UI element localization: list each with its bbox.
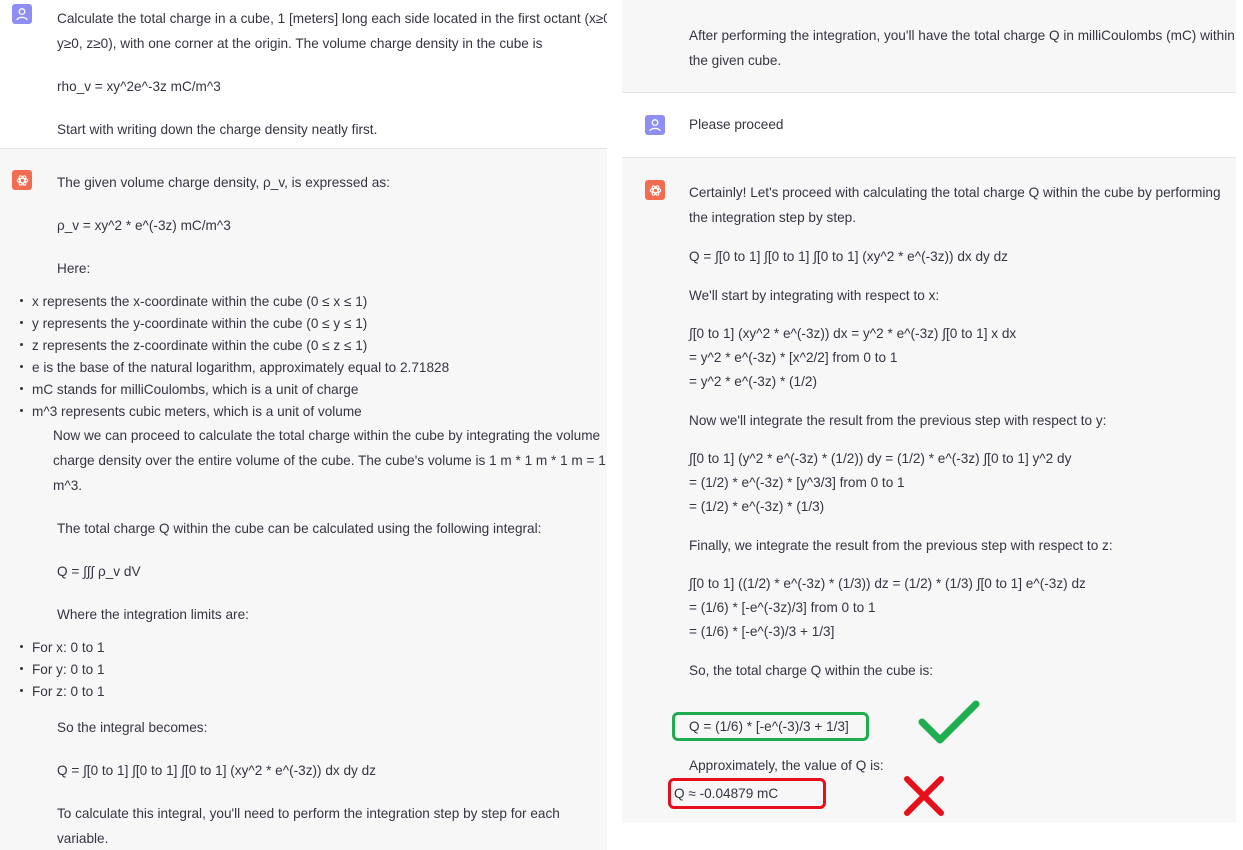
integral-formula: Q = ∫[0 to 1] ∫[0 to 1] ∫[0 to 1] (xy^2 …	[57, 763, 376, 778]
right-conversation-panel: After performing the integration, you'll…	[622, 0, 1236, 850]
assistant-text: m^3.	[53, 478, 83, 493]
math-step: = (1/2) * e^(-3z) * [y^3/3] from 0 to 1	[689, 475, 905, 490]
math-step: = (1/6) * [-e^(-3z)/3] from 0 to 1	[689, 600, 876, 615]
user-message: Please proceed	[622, 93, 1236, 157]
list-item: x represents the x-coordinate within the…	[20, 291, 606, 313]
openai-logo-icon	[16, 174, 28, 186]
list-item: e is the base of the natural logarithm, …	[20, 357, 606, 379]
math-step: = y^2 * e^(-3z) * (1/2)	[689, 374, 817, 389]
integral-formula: Q = ∫∫∫ ρ_v dV	[57, 564, 141, 579]
list-item: z represents the z-coordinate within the…	[20, 335, 606, 357]
assistant-text: So the integral becomes:	[57, 720, 208, 735]
assistant-text: After performing the integration, you'll…	[689, 28, 1235, 43]
user-message-text: Please proceed	[689, 117, 784, 132]
assistant-text: The given volume charge density, ρ_v, is…	[57, 175, 390, 190]
assistant-text: Finally, we integrate the result from th…	[689, 538, 1113, 553]
assistant-text: Where the integration limits are:	[57, 607, 249, 622]
assistant-text: The total charge Q within the cube can b…	[57, 521, 542, 536]
density-formula: ρ_v = xy^2 * e^(-3z) mC/m^3	[57, 218, 231, 233]
list-item: For x: 0 to 1	[20, 637, 606, 659]
assistant-text: We'll start by integrating with respect …	[689, 288, 940, 303]
user-formula: rho_v = xy^2e^-3z mC/m^3	[57, 79, 221, 94]
math-step: = (1/2) * e^(-3z) * (1/3)	[689, 499, 825, 514]
approximate-result: Q ≈ -0.04879 mC	[674, 786, 779, 801]
assistant-text: Certainly! Let's proceed with calculatin…	[689, 185, 1221, 200]
list-item: For z: 0 to 1	[20, 681, 606, 703]
integral-formula: Q = ∫[0 to 1] ∫[0 to 1] ∫[0 to 1] (xy^2 …	[689, 249, 1008, 264]
assistant-text: Now we can proceed to calculate the tota…	[53, 428, 601, 443]
variable-list: x represents the x-coordinate within the…	[20, 291, 606, 423]
user-message: Calculate the total charge in a cube, 1 …	[0, 0, 607, 148]
user-message-line: y≥0, z≥0), with one corner at the origin…	[57, 36, 543, 51]
assistant-text: charge density over the entire volume of…	[53, 453, 606, 468]
assistant-text: variable.	[57, 831, 109, 846]
assistant-text: the integration step by step.	[689, 210, 857, 225]
checkmark-icon	[918, 700, 980, 744]
person-icon	[16, 8, 28, 21]
math-step: = (1/6) * [-e^(-3)/3 + 1/3]	[689, 624, 835, 639]
assistant-message: The given volume charge density, ρ_v, is…	[0, 149, 607, 850]
list-item: mC stands for milliCoulombs, which is a …	[20, 379, 606, 401]
person-icon	[649, 119, 661, 132]
list-item: For y: 0 to 1	[20, 659, 606, 681]
assistant-text: Now we'll integrate the result from the …	[689, 413, 1107, 428]
cross-icon	[904, 776, 944, 816]
assistant-text: To calculate this integral, you'll need …	[57, 806, 560, 821]
assistant-avatar	[12, 170, 32, 190]
assistant-text: the given cube.	[689, 53, 782, 68]
user-avatar	[12, 4, 32, 24]
math-step: ∫[0 to 1] ((1/2) * e^(-3z) * (1/3)) dz =…	[689, 576, 1086, 591]
list-item: m^3 represents cubic meters, which is a …	[20, 401, 606, 423]
user-avatar	[645, 115, 665, 135]
assistant-avatar	[645, 180, 665, 200]
assistant-text: Approximately, the value of Q is:	[689, 758, 884, 773]
limits-list: For x: 0 to 1 For y: 0 to 1 For z: 0 to …	[20, 637, 606, 703]
math-step: ∫[0 to 1] (y^2 * e^(-3z) * (1/2)) dy = (…	[689, 451, 1072, 466]
user-instruction: Start with writing down the charge densi…	[57, 122, 378, 137]
math-step: ∫[0 to 1] (xy^2 * e^(-3z)) dx = y^2 * e^…	[689, 326, 1017, 341]
math-step: = y^2 * e^(-3z) * [x^2/2] from 0 to 1	[689, 350, 898, 365]
assistant-message: Certainly! Let's proceed with calculatin…	[622, 158, 1236, 823]
assistant-text: So, the total charge Q within the cube i…	[689, 663, 934, 678]
assistant-text: Here:	[57, 261, 91, 276]
openai-logo-icon	[649, 184, 661, 196]
left-conversation-panel: Calculate the total charge in a cube, 1 …	[0, 0, 607, 850]
previous-assistant-message: After performing the integration, you'll…	[622, 0, 1236, 92]
list-item: y represents the y-coordinate within the…	[20, 313, 606, 335]
user-message-line: Calculate the total charge in a cube, 1 …	[57, 11, 607, 26]
exact-result: Q = (1/6) * [-e^(-3)/3 + 1/3]	[689, 719, 849, 734]
